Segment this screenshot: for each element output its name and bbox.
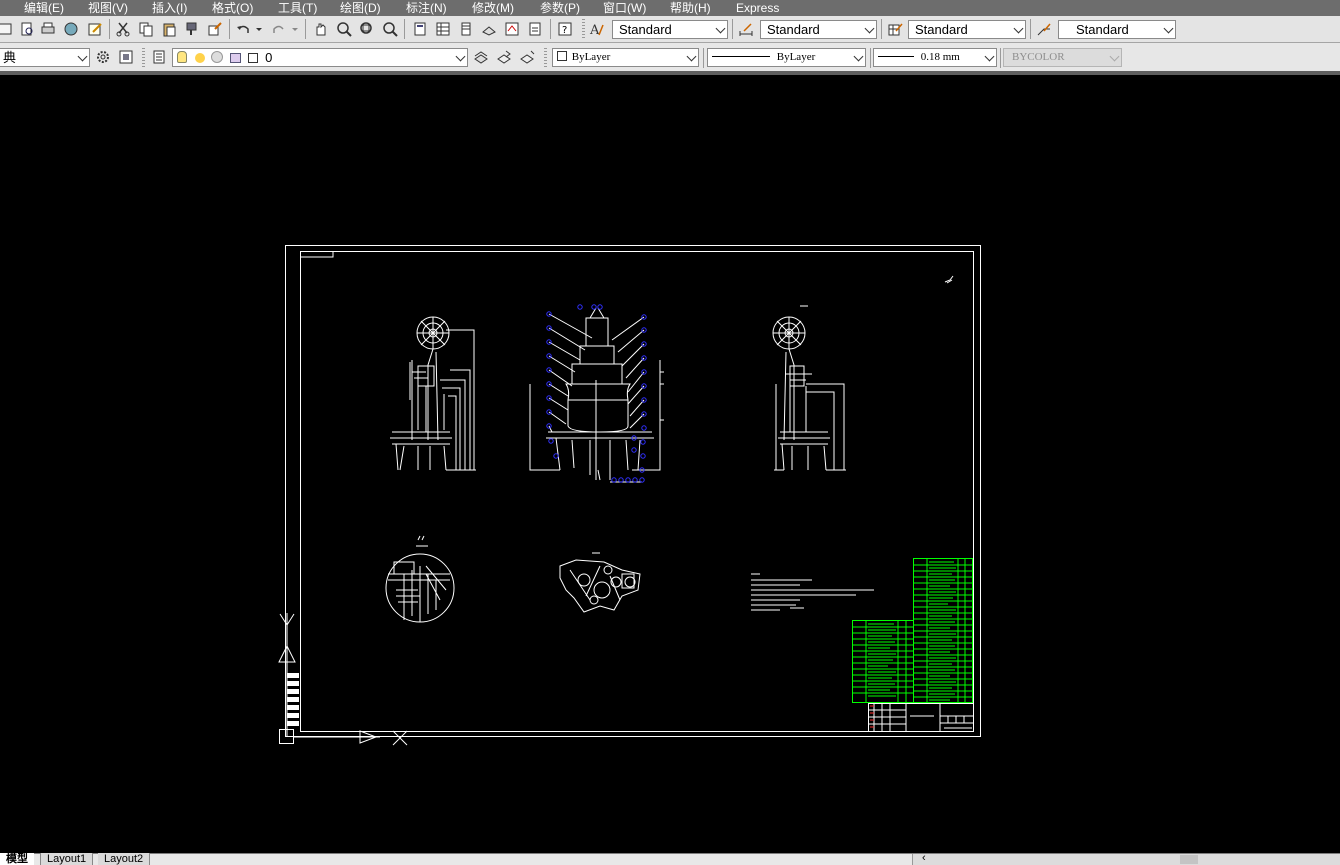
- block-editor-icon[interactable]: [206, 20, 224, 38]
- layer-properties-manager-icon[interactable]: [150, 48, 168, 66]
- technical-notes: [751, 573, 874, 611]
- menu-format[interactable]: 格式(O): [212, 0, 253, 16]
- right-side-view: [772, 305, 846, 471]
- plotstyle-control-select: BYCOLOR: [1003, 48, 1122, 67]
- multileader-style-icon[interactable]: [1035, 20, 1053, 38]
- table-style-select[interactable]: Standard: [908, 20, 1026, 39]
- edit-icon[interactable]: [86, 20, 104, 38]
- tool-palettes-icon[interactable]: [457, 20, 475, 38]
- workspace-settings-icon[interactable]: [94, 48, 112, 66]
- linetype-preview: [712, 56, 770, 57]
- title-block: [868, 703, 974, 732]
- layer-on-icon: [177, 51, 187, 63]
- customize-icon[interactable]: [117, 48, 135, 66]
- layer-viewport-freeze-icon: [211, 51, 224, 63]
- bom-table-right: [913, 558, 973, 703]
- redo-dropdown-icon[interactable]: [290, 20, 300, 38]
- drawing-svg: [278, 245, 981, 746]
- layout-tab-bar: 模型 Layout1 Layout2 ‹: [0, 852, 1340, 865]
- color-control-select[interactable]: ByLayer: [552, 48, 699, 67]
- lineweight-control-select[interactable]: 0.18 mm: [873, 48, 997, 67]
- text-style-select[interactable]: Standard: [612, 20, 728, 39]
- properties-icon[interactable]: [411, 20, 429, 38]
- redo-icon[interactable]: [270, 20, 288, 38]
- layers-properties-toolbar: 典 0 ByLayer ByLayer 0.18 mm BYCOLOR: [0, 43, 1340, 72]
- menu-window[interactable]: 窗口(W): [603, 0, 646, 16]
- section-view: [559, 552, 641, 613]
- menu-view[interactable]: 视图(V): [88, 0, 128, 16]
- standard-toolbar: ? A Standard Standard Standard Standard: [0, 16, 1340, 43]
- multileader-style-select[interactable]: Standard: [1058, 20, 1176, 39]
- calculator-icon[interactable]: [526, 20, 544, 38]
- zoom-previous-icon[interactable]: [381, 20, 399, 38]
- detail-view-circle: [385, 535, 455, 623]
- menu-modify[interactable]: 修改(M): [472, 0, 514, 16]
- horizontal-scrollbar[interactable]: [912, 854, 1340, 865]
- center-front-view: [529, 307, 664, 483]
- print-preview-icon[interactable]: [18, 20, 36, 38]
- publish-icon[interactable]: [62, 20, 80, 38]
- menu-insert[interactable]: 插入(I): [152, 0, 187, 16]
- tab-layout1[interactable]: Layout1: [40, 853, 94, 865]
- drawing-canvas[interactable]: [0, 75, 1340, 853]
- menu-parameters[interactable]: 参数(P): [540, 0, 580, 16]
- layer-select[interactable]: 0: [172, 48, 468, 67]
- revision-mark: [944, 275, 954, 284]
- menu-bar: 编辑(E) 视图(V) 插入(I) 格式(O) 工具(T) 绘图(D) 标注(N…: [0, 0, 1340, 16]
- text-style-icon[interactable]: A: [588, 20, 606, 38]
- layer-color-swatch: [247, 53, 258, 63]
- make-object-layer-current-icon[interactable]: [472, 48, 490, 66]
- dimension-style-select[interactable]: Standard: [760, 20, 877, 39]
- menu-edit[interactable]: 编辑(E): [24, 0, 64, 16]
- menu-help[interactable]: 帮助(H): [670, 0, 711, 16]
- scrollbar-thumb[interactable]: [1180, 855, 1198, 864]
- dimension-style-icon[interactable]: [737, 20, 755, 38]
- workspace-select[interactable]: 典: [0, 48, 90, 67]
- copy-icon[interactable]: [137, 20, 155, 38]
- left-elevation-view: [390, 316, 476, 471]
- table-style-icon[interactable]: [886, 20, 904, 38]
- tab-layout2[interactable]: Layout2: [98, 853, 151, 865]
- match-properties-icon[interactable]: [183, 20, 201, 38]
- design-center-icon[interactable]: [434, 20, 452, 38]
- zoom-window-icon[interactable]: [358, 20, 376, 38]
- zoom-realtime-icon[interactable]: [335, 20, 353, 38]
- print-icon[interactable]: [39, 20, 57, 38]
- svg-text:?: ?: [562, 25, 567, 36]
- help-icon[interactable]: ?: [556, 20, 574, 38]
- scroll-left-icon[interactable]: ‹: [922, 852, 926, 864]
- markup-icon[interactable]: [503, 20, 521, 38]
- color-swatch: [557, 51, 567, 61]
- layer-name: 0: [265, 50, 273, 65]
- svg-text:A: A: [589, 23, 600, 37]
- linetype-control-select[interactable]: ByLayer: [707, 48, 866, 67]
- layer-state-icon[interactable]: [518, 48, 536, 66]
- menu-express[interactable]: Express: [736, 0, 779, 16]
- cut-icon[interactable]: [114, 20, 132, 38]
- layer-freeze-icon: [194, 53, 205, 63]
- sheet-corner-tag: [301, 252, 334, 258]
- lineweight-preview: [878, 56, 914, 57]
- sheet-set-icon[interactable]: [480, 20, 498, 38]
- pan-icon[interactable]: [312, 20, 330, 38]
- tab-model[interactable]: 模型: [0, 853, 34, 865]
- layer-previous-icon[interactable]: [495, 48, 513, 66]
- undo-icon[interactable]: [234, 20, 252, 38]
- menu-dimension[interactable]: 标注(N): [406, 0, 447, 16]
- menu-draw[interactable]: 绘图(D): [340, 0, 381, 16]
- open-icon[interactable]: [0, 20, 14, 38]
- paste-icon[interactable]: [160, 20, 178, 38]
- ucs-icon-bars: [287, 673, 299, 726]
- undo-dropdown-icon[interactable]: [254, 20, 264, 38]
- layer-lock-icon: [229, 53, 241, 63]
- bom-table-left: [852, 620, 914, 703]
- menu-tools[interactable]: 工具(T): [278, 0, 317, 16]
